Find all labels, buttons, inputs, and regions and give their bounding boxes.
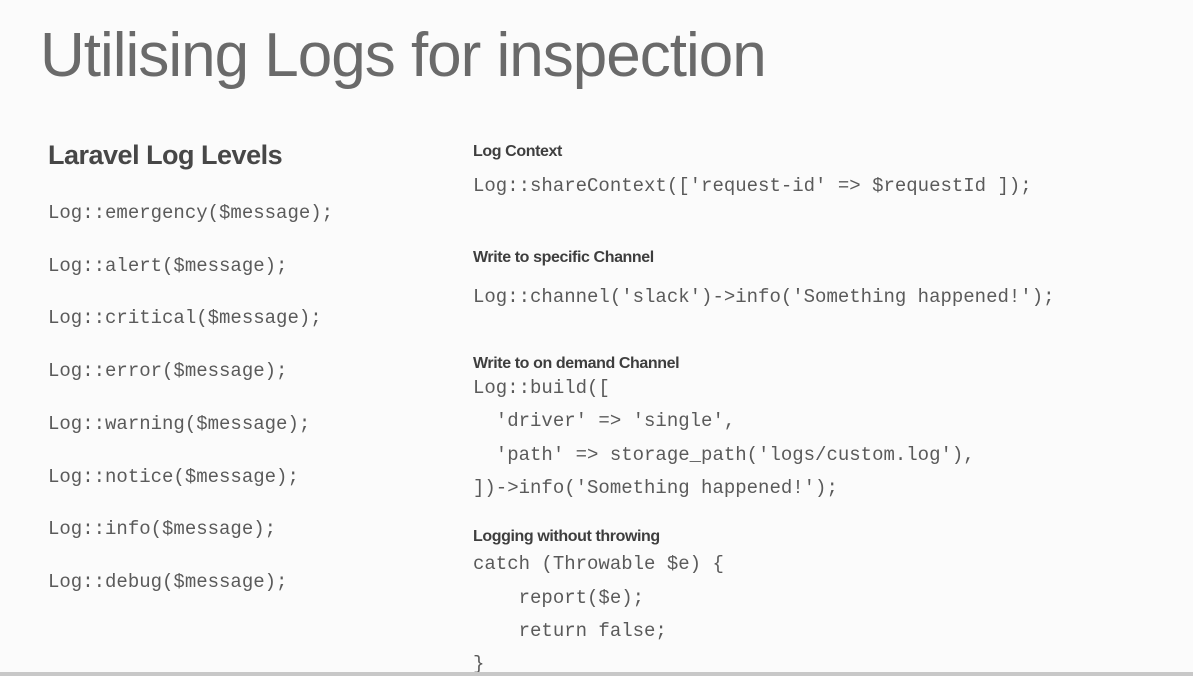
log-level-line: Log::info($message); (48, 518, 277, 541)
log-level-line: Log::warning($message); (48, 412, 311, 435)
section-heading: Write to on demand Channel (473, 355, 680, 372)
log-level-line: Log::error($message); (48, 360, 288, 383)
code-line: Log::shareContext(['request-id' => $requ… (473, 175, 1032, 197)
section-heading: Write to specific Channel (473, 249, 654, 266)
log-level-line: Log::emergency($message); (48, 202, 334, 224)
log-level-line: Log::alert($message); (48, 254, 288, 277)
slide-title: Utilising Logs for inspection (40, 21, 767, 90)
code-line: Log::build([ (473, 377, 610, 399)
log-level-line: Log::notice($message); (48, 465, 299, 488)
section-heading: Log Context (473, 143, 562, 160)
section-heading: Logging without throwing (473, 528, 660, 545)
bottom-divider (0, 672, 1193, 676)
code-line: 'driver' => 'single', (473, 410, 736, 432)
code-line: Log::channel('slack')->info('Something h… (473, 286, 1055, 308)
code-line: 'path' => storage_path('logs/custom.log'… (473, 444, 975, 466)
log-levels-heading: Laravel Log Levels (48, 140, 283, 170)
code-line: return false; (473, 620, 667, 642)
log-level-line: Log::critical($message); (48, 307, 322, 330)
code-line: ])->info('Something happened!'); (473, 477, 838, 499)
log-level-line: Log::debug($message); (48, 570, 288, 593)
code-line: report($e); (473, 587, 645, 609)
code-line: catch (Throwable $e) { (473, 553, 724, 575)
